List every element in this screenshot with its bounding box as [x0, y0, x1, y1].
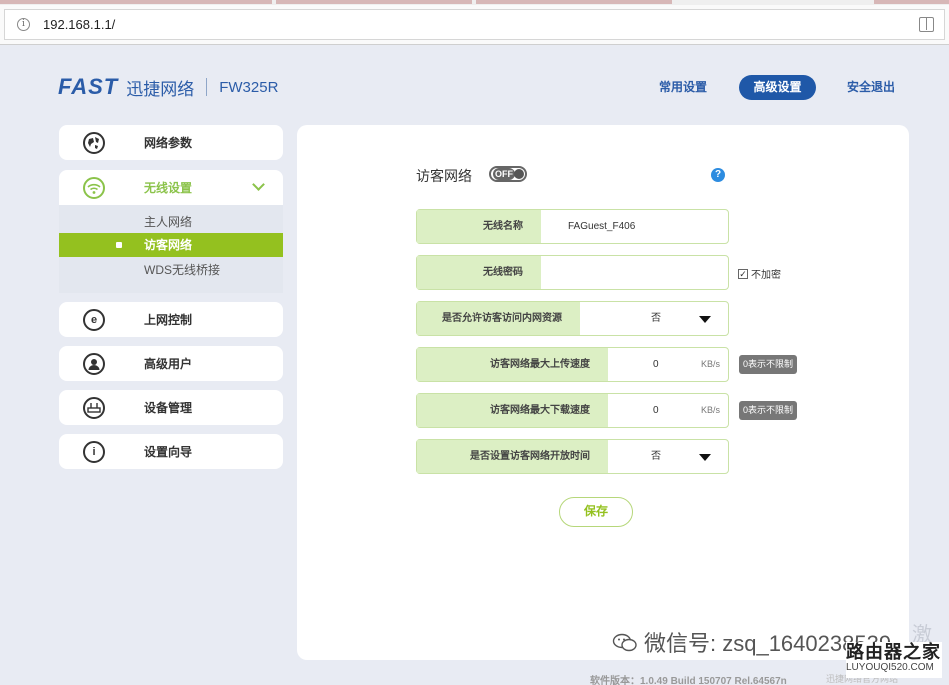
allow-internal-label: 是否允许访客访问内网资源 [417, 302, 580, 335]
url-text[interactable]: 192.168.1.1/ [43, 17, 115, 32]
nav-logout[interactable]: 安全退出 [847, 75, 895, 100]
upload-speed-label: 访客网络最大上传速度 [417, 348, 608, 381]
browser-tab[interactable] [476, 0, 672, 4]
url-field[interactable]: i 192.168.1.1/ [4, 9, 945, 40]
schedule-row: 是否设置访客网络开放时间 否 [416, 439, 729, 474]
submenu-item-guest-network[interactable]: 访客网络 [59, 233, 283, 257]
site-info-icon[interactable]: i [17, 18, 30, 31]
allow-internal-row: 是否允许访客访问内网资源 否 [416, 301, 729, 336]
upload-hint-badge: 0表示不限制 [739, 355, 798, 374]
upload-unit: KB/s [700, 359, 720, 369]
info-icon: i [83, 440, 105, 463]
save-button[interactable]: 保存 [559, 497, 633, 527]
sidebar-item-label: 网络参数 [144, 136, 193, 150]
nav-advanced-settings[interactable]: 高级设置 [739, 75, 816, 100]
chevron-down-icon [252, 178, 265, 191]
dropdown-arrow-icon[interactable] [699, 316, 711, 323]
brand-logo: FAST 迅捷网络 FW325R [58, 74, 279, 99]
logo-cn: 迅捷网络 [126, 79, 195, 99]
browser-tab[interactable] [0, 0, 272, 4]
address-bar: i 192.168.1.1/ [0, 5, 949, 45]
ssid-row: 无线名称 FAGuest_F406 [416, 209, 729, 244]
sidebar-item-label: 无线设置 [144, 181, 193, 195]
download-speed-label: 访客网络最大下载速度 [417, 394, 608, 427]
no-encrypt-checkbox[interactable]: ✓ 不加密 [738, 266, 781, 281]
no-encrypt-label: 不加密 [751, 270, 781, 281]
sidebar-item-label: 上网控制 [144, 313, 193, 327]
sidebar-item-device-management[interactable]: 设备管理 [59, 390, 283, 425]
submenu-item-wds-bridge[interactable]: WDS无线桥接 [59, 258, 283, 282]
wireless-submenu: 主人网络 访客网络 WDS无线桥接 [59, 205, 283, 293]
logo-divider [206, 78, 208, 96]
password-input[interactable] [543, 256, 728, 289]
ssid-label: 无线名称 [417, 210, 541, 243]
download-hint-badge: 0表示不限制 [739, 401, 798, 420]
schedule-label: 是否设置访客网络开放时间 [417, 440, 608, 473]
toggle-knob [514, 169, 524, 179]
submenu-label: 访客网络 [144, 238, 193, 252]
site-watermark-logo: 路由器之家 LUYOUQI520.COM [846, 642, 942, 678]
sidebar-item-setup-wizard[interactable]: i 设置向导 [59, 434, 283, 469]
user-icon [83, 352, 105, 375]
ssid-input[interactable]: FAGuest_F406 [568, 210, 635, 243]
submenu-item-host-network[interactable]: 主人网络 [59, 210, 283, 234]
checkbox-checked-icon[interactable]: ✓ [738, 268, 748, 279]
site-name-cn: 路由器之家 [846, 642, 941, 662]
allow-internal-select[interactable]: 否 [651, 302, 661, 335]
dropdown-arrow-icon[interactable] [699, 454, 711, 461]
reader-view-icon[interactable] [919, 17, 934, 32]
help-icon[interactable]: ? [711, 168, 725, 182]
sidebar-item-internet-control[interactable]: e 上网控制 [59, 302, 283, 337]
sidebar-item-wireless[interactable]: 无线设置 [59, 170, 283, 205]
model-name: FW325R [219, 78, 279, 96]
site-url: LUYOUQI520.COM [846, 662, 934, 673]
logo-brand: FAST [58, 74, 119, 99]
sidebar-item-label: 设备管理 [144, 401, 193, 415]
download-speed-input[interactable]: 0 [653, 394, 659, 427]
schedule-select[interactable]: 否 [651, 440, 661, 473]
password-row: 无线密码 [416, 255, 729, 290]
download-unit: KB/s [700, 405, 720, 415]
sidebar-item-advanced-user[interactable]: 高级用户 [59, 346, 283, 381]
router-icon [83, 396, 105, 419]
upload-speed-input[interactable]: 0 [653, 348, 659, 381]
download-speed-row: 访客网络最大下载速度 0 KB/s [416, 393, 729, 428]
password-label: 无线密码 [417, 256, 541, 289]
internet-e-icon: e [83, 308, 105, 331]
wechat-icon [612, 633, 637, 652]
browser-tab[interactable] [874, 0, 949, 4]
sidebar-item-label: 设置向导 [144, 445, 193, 459]
guest-network-toggle[interactable]: OFF [489, 166, 527, 182]
page-title: 访客网络 [416, 168, 472, 184]
browser-tab[interactable] [276, 0, 472, 4]
nav-common-settings[interactable]: 常用设置 [659, 75, 707, 100]
sidebar-item-network[interactable]: 网络参数 [59, 125, 283, 160]
active-dot-icon [116, 242, 122, 248]
wifi-icon [83, 176, 105, 199]
firmware-version: 软件版本：1.0.49 Build 150707 Rel.64567n [590, 676, 787, 685]
toggle-state-label: OFF [493, 168, 515, 180]
upload-speed-row: 访客网络最大上传速度 0 KB/s [416, 347, 729, 382]
sidebar-item-label: 高级用户 [144, 357, 193, 371]
globe-icon [83, 131, 105, 154]
